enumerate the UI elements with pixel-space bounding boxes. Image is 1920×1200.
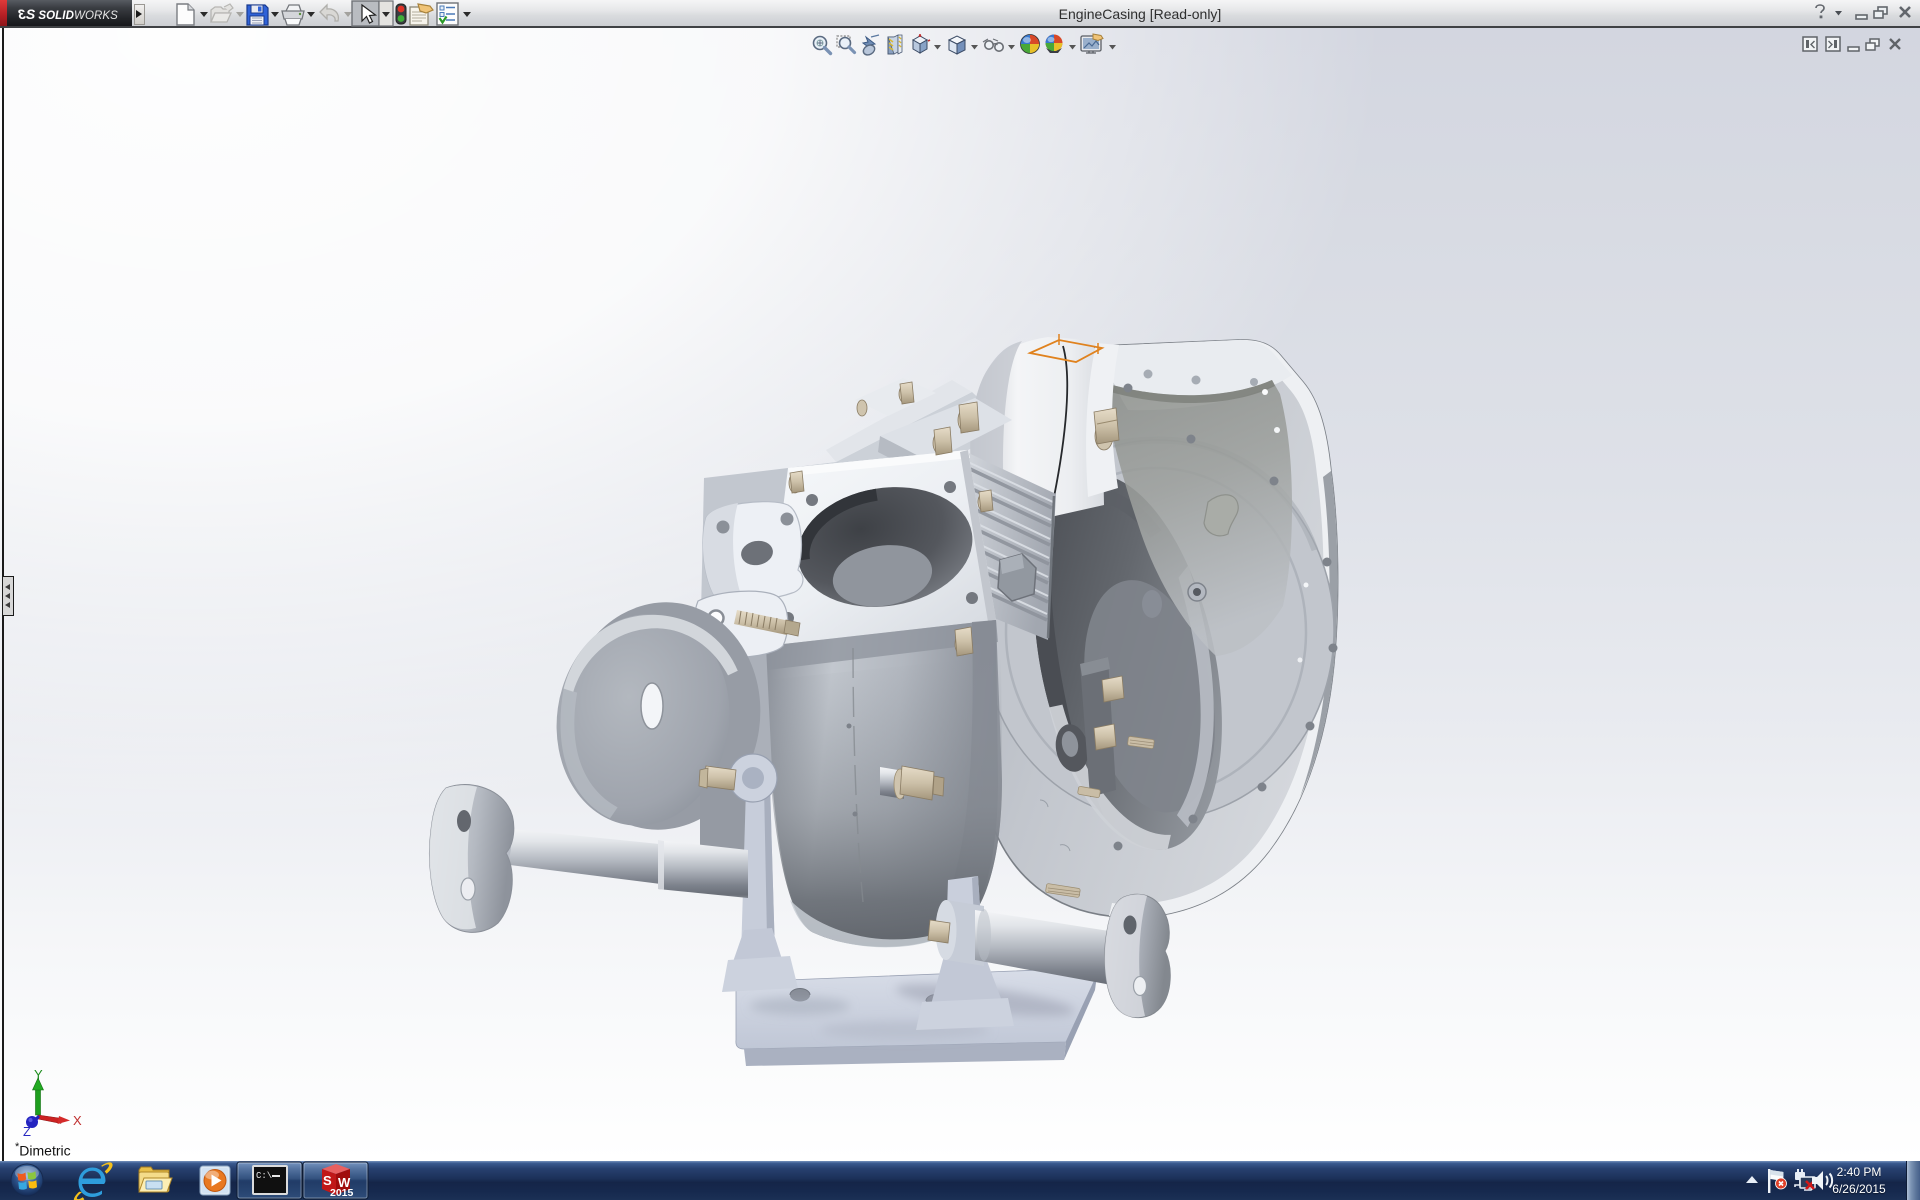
svg-text:C:\: C:\ xyxy=(256,1171,272,1181)
svg-text:2015: 2015 xyxy=(330,1187,354,1199)
svg-text:S: S xyxy=(323,1173,332,1188)
